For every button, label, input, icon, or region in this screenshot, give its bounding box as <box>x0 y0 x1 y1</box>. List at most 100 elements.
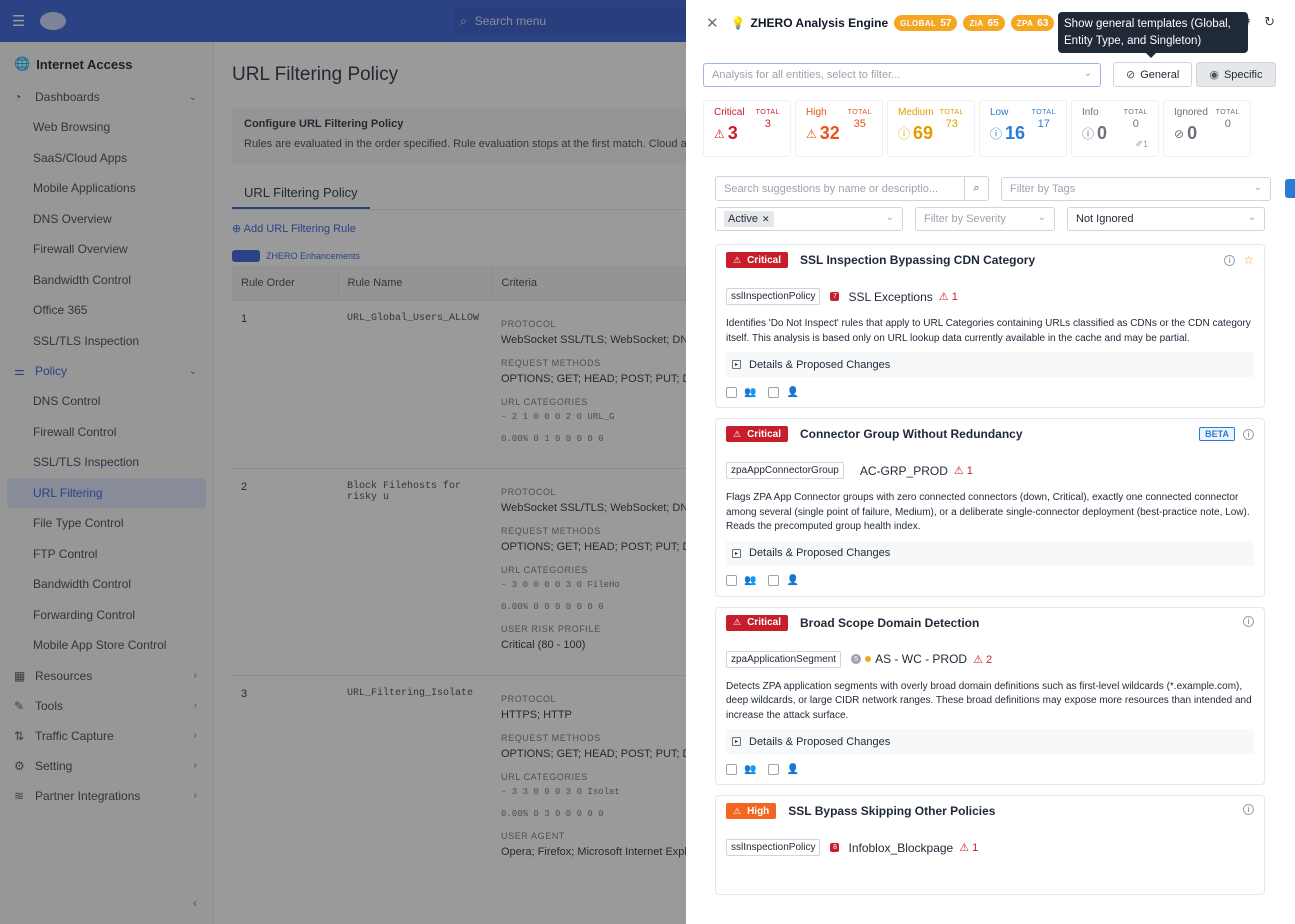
user-checkbox[interactable] <box>768 763 780 775</box>
warning-icon: ⚠ <box>733 805 742 816</box>
user-icon: 👤 <box>786 386 799 398</box>
search-button[interactable]: ⌕ <box>965 176 989 201</box>
severity-filter-select[interactable]: Filter by Severity ⌄ <box>915 207 1055 231</box>
status-dot <box>865 656 872 662</box>
status-filter-row: Active ✕ ⌄ Filter by Severity ⌄ Not Ignore… <box>715 207 1265 231</box>
beta-badge: BETA <box>1199 427 1235 441</box>
expand-icon: ▸ <box>732 360 741 369</box>
severity-badge: ⚠ High <box>726 803 777 819</box>
entity-name[interactable]: SSL Exceptions <box>848 290 932 304</box>
chevron-down-icon: ⌄ <box>1037 212 1046 223</box>
info-icon[interactable]: i <box>1243 804 1254 815</box>
entity-name[interactable]: AC-GRP_PROD <box>860 464 948 478</box>
zia-count-pill: ZIA 65 <box>963 15 1005 31</box>
lightbulb-icon: 💡 <box>730 16 746 30</box>
details-toggle[interactable]: ▸ Details & Proposed Changes <box>726 729 1254 754</box>
chevron-down-icon: ⌄ <box>1247 212 1256 223</box>
user-icon: 👤 <box>786 763 799 775</box>
info-icon[interactable]: i <box>1224 254 1236 266</box>
stat-low[interactable]: Low ⓘ 16 TOTAL 17 <box>979 100 1067 157</box>
wrench-icon: ✐ <box>1135 139 1143 149</box>
analysis-panel: ✕ 💡 ZHERO Analysis Engine GLOBAL 57 ZIA 65… <box>686 0 1295 924</box>
expand-icon: ▸ <box>732 548 741 558</box>
status-filter-select[interactable]: Active ✕ ⌄ <box>715 207 903 231</box>
sort-dropdown-button[interactable]: ♨ ⌄ <box>1285 179 1295 198</box>
info-icon: ⓘ <box>1082 127 1095 141</box>
entity-type-icon: 5 <box>851 654 862 664</box>
entity-filter-row: Analysis for all entities, select to fil… <box>703 62 1276 87</box>
card-title: Connector Group Without Redundancy <box>799 427 1023 441</box>
panel-title: ZHERO Analysis Engine <box>750 16 889 30</box>
suggestion-search-input[interactable]: Search suggestions by name or descriptio… <box>715 176 965 201</box>
global-count-pill: GLOBAL 57 <box>894 15 958 31</box>
eye-icon: ◉ <box>1209 69 1219 81</box>
suggestion-card[interactable]: ⚠ High SSL Bypass Skipping Other Policies… <box>715 795 1265 895</box>
remove-chip-icon[interactable]: ✕ <box>762 214 770 225</box>
suggestion-list: ⚠ Critical SSL Inspection Bypassing CDN C… <box>715 244 1265 905</box>
stat-high[interactable]: High ⚠ 32 TOTAL 35 <box>795 100 883 157</box>
eye-off-icon: ⊘ <box>1126 69 1136 81</box>
entity-name[interactable]: Infoblox_Blockpage <box>848 841 953 855</box>
group-checkbox[interactable] <box>726 575 737 586</box>
severity-stats: Critical ⚠ 3 TOTAL 3 High ⚠ 32 TOTAL 35 Medi… <box>703 100 1255 157</box>
users-icon: 👥 <box>744 763 757 775</box>
suggestion-card[interactable]: ⚠ Critical Broad Scope Domain Detection i… <box>715 606 1265 785</box>
card-description: Detects ZPA application segments with ov… <box>726 680 1252 721</box>
entity-type-tag: sslInspectionPolicy <box>726 288 821 305</box>
user-icon: 👤 <box>786 575 799 586</box>
group-checkbox[interactable] <box>726 386 737 398</box>
suggestion-search-row: Search suggestions by name or descriptio… <box>715 176 1295 201</box>
entity-type-tag: zpaApplicationSegment <box>726 650 842 668</box>
close-icon[interactable]: ✕ <box>706 14 719 32</box>
card-description: Flags ZPA App Connector groups with zero… <box>726 492 1250 532</box>
entity-type-tag: sslInspectionPolicy <box>726 839 821 856</box>
stat-medium[interactable]: Medium ⓘ 69 TOTAL 73 <box>887 100 975 157</box>
warning-icon: ⚠ <box>733 254 742 265</box>
warning-icon: ⚠ <box>733 428 742 439</box>
details-toggle[interactable]: ▸ Details & Proposed Changes <box>726 352 1254 377</box>
info-icon[interactable]: i <box>1243 428 1254 440</box>
suggestion-card[interactable]: ⚠ Critical SSL Inspection Bypassing CDN C… <box>715 244 1265 408</box>
issue-count: ⚠ 2 <box>973 653 993 666</box>
chevron-down-icon: ⌄ <box>1083 67 1092 79</box>
chevron-down-icon: ⌄ <box>1253 181 1262 193</box>
entity-filter-select[interactable]: Analysis for all entities, select to fil… <box>703 62 1101 87</box>
info-icon[interactable]: i <box>1243 615 1254 627</box>
suggestion-card[interactable]: ⚠ Critical Connector Group Without Redund… <box>715 418 1265 597</box>
issue-count: ⚠ 1 <box>959 842 979 854</box>
details-toggle[interactable]: ▸ Details & Proposed Changes <box>726 540 1254 566</box>
entity-type-tag: zpaAppConnectorGroup <box>726 462 844 479</box>
status-chip[interactable]: Active ✕ <box>724 211 774 227</box>
entity-type-icon: 8 <box>830 843 840 852</box>
star-icon[interactable]: ☆ <box>1243 253 1254 267</box>
card-title: Broad Scope Domain Detection <box>799 615 980 630</box>
entity-name[interactable]: AS - WC - PROD <box>875 652 967 666</box>
tags-filter-select[interactable]: Filter by Tags ⌄ <box>1001 176 1271 201</box>
general-button[interactable]: ⊘ General <box>1113 62 1193 87</box>
ignored-filter-select[interactable]: Not Ignored ⌄ <box>1067 207 1265 231</box>
warning-icon: ⚠ <box>733 617 742 627</box>
users-icon: 👥 <box>744 575 757 586</box>
stat-info[interactable]: Info ⓘ 0 TOTAL 0 ✐1 <box>1071 100 1159 157</box>
expand-icon: ▸ <box>732 737 741 746</box>
entity-type-icon: 7 <box>830 292 840 301</box>
issue-count: ⚠ 1 <box>953 465 973 477</box>
user-checkbox[interactable] <box>768 575 780 586</box>
modal-backdrop[interactable] <box>0 0 686 924</box>
issue-count: ⚠ 1 <box>938 291 958 303</box>
card-title: SSL Bypass Skipping Other Policies <box>788 804 996 818</box>
severity-badge: ⚠ Critical <box>726 426 788 442</box>
info-icon: ⓘ <box>990 127 1003 141</box>
card-title: SSL Inspection Bypassing CDN Category <box>799 253 1036 267</box>
refresh-icon[interactable]: ↻ <box>1264 14 1275 30</box>
zpa-count-pill: ZPA 63 <box>1010 15 1055 31</box>
users-icon: 👥 <box>744 386 757 398</box>
specific-button[interactable]: ◉ Specific <box>1196 62 1276 87</box>
general-button-tooltip: Show general templates (Global, Entity T… <box>1058 12 1248 58</box>
warning-icon: ⚠ <box>714 126 725 141</box>
info-sub-count: ✐1 <box>1135 139 1148 149</box>
stat-critical[interactable]: Critical ⚠ 3 TOTAL 3 <box>703 100 791 157</box>
group-checkbox[interactable] <box>726 763 737 775</box>
user-checkbox[interactable] <box>768 386 780 398</box>
stat-ignored[interactable]: Ignored ⊘ 0 TOTAL 0 <box>1163 100 1251 157</box>
